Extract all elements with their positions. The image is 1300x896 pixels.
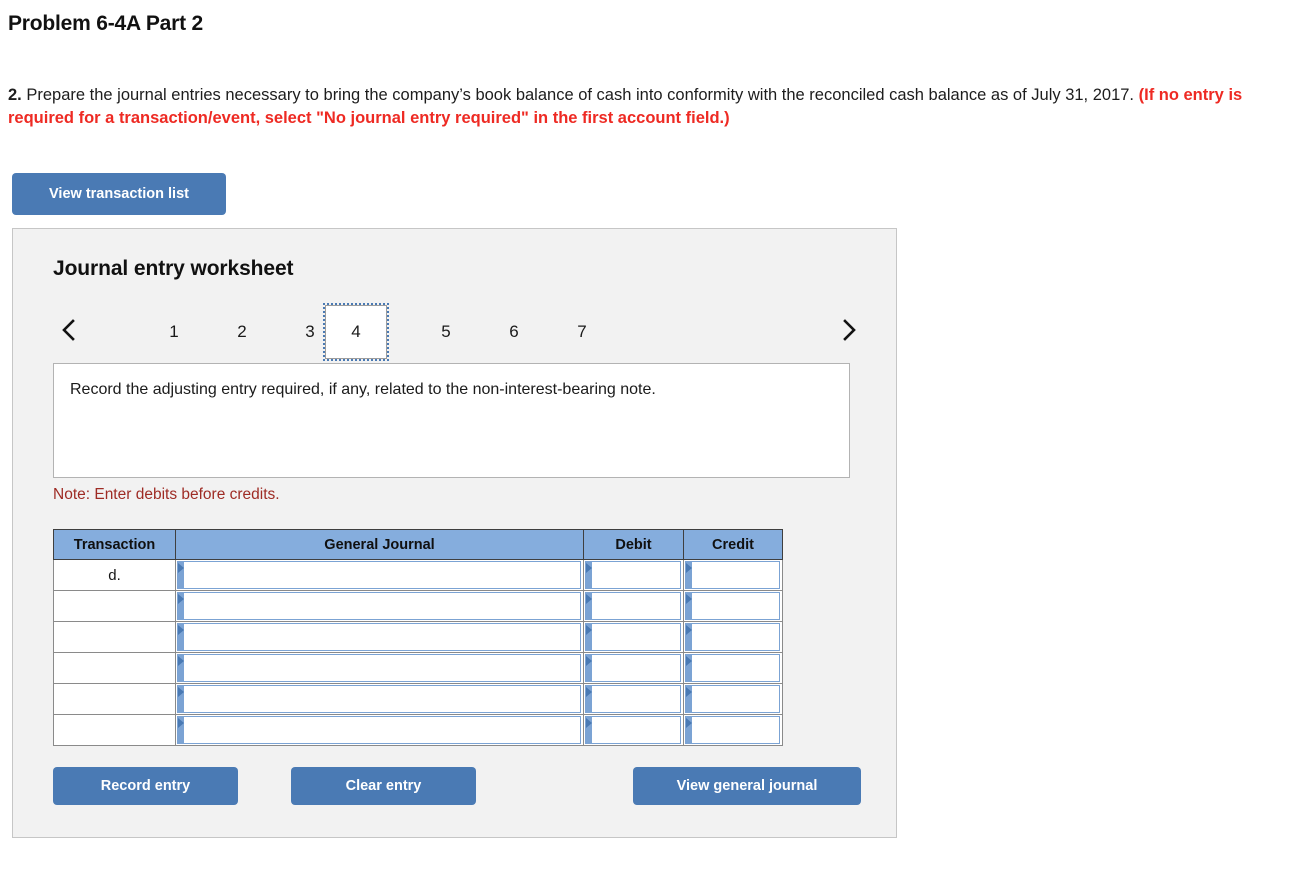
- question-prompt: 2. Prepare the journal entries necessary…: [8, 84, 1266, 130]
- worksheet-tab-4[interactable]: 4: [323, 303, 389, 361]
- general-journal-select[interactable]: [177, 716, 581, 744]
- table-row: [53, 714, 783, 746]
- general-journal-select[interactable]: [177, 654, 581, 682]
- general-journal-cell[interactable]: [175, 559, 584, 591]
- journal-entry-table: Transaction General Journal Debit Credit…: [53, 529, 783, 746]
- table-row: [53, 683, 783, 715]
- credit-input[interactable]: [685, 716, 780, 744]
- column-header-credit: Credit: [683, 529, 783, 560]
- general-journal-cell[interactable]: [175, 652, 584, 684]
- question-body: Prepare the journal entries necessary to…: [21, 86, 1139, 104]
- debit-cell[interactable]: [583, 714, 684, 746]
- view-transaction-list-button[interactable]: View transaction list: [12, 173, 226, 215]
- clear-entry-button[interactable]: Clear entry: [291, 767, 476, 805]
- credit-cell[interactable]: [683, 683, 783, 715]
- table-header-row: Transaction General Journal Debit Credit: [53, 529, 783, 560]
- view-general-journal-button[interactable]: View general journal: [633, 767, 861, 805]
- debit-cell[interactable]: [583, 590, 684, 622]
- transaction-cell: [53, 590, 176, 622]
- worksheet-tab-1[interactable]: 1: [143, 305, 205, 359]
- general-journal-cell[interactable]: [175, 621, 584, 653]
- table-row: [53, 652, 783, 684]
- credit-input[interactable]: [685, 561, 780, 589]
- general-journal-cell[interactable]: [175, 683, 584, 715]
- transaction-cell: [53, 683, 176, 715]
- transaction-description: Record the adjusting entry required, if …: [53, 363, 850, 478]
- worksheet-tab-2[interactable]: 2: [211, 305, 273, 359]
- journal-entry-worksheet-panel: Journal entry worksheet 1 2 3 4 5 6 7 Re…: [12, 228, 897, 838]
- credit-input[interactable]: [685, 654, 780, 682]
- general-journal-cell[interactable]: [175, 714, 584, 746]
- worksheet-tab-7[interactable]: 7: [551, 305, 613, 359]
- general-journal-select[interactable]: [177, 623, 581, 651]
- worksheet-tabstrip: 1 2 3 4 5 6 7: [53, 301, 861, 363]
- table-row: [53, 621, 783, 653]
- column-header-transaction: Transaction: [53, 529, 176, 560]
- transaction-cell: [53, 621, 176, 653]
- page-title: Problem 6-4A Part 2: [8, 12, 203, 35]
- debit-input[interactable]: [585, 716, 681, 744]
- transaction-cell: d.: [53, 559, 176, 591]
- credit-cell[interactable]: [683, 652, 783, 684]
- credit-cell[interactable]: [683, 621, 783, 653]
- credit-input[interactable]: [685, 623, 780, 651]
- table-row: [53, 590, 783, 622]
- general-journal-cell[interactable]: [175, 590, 584, 622]
- debit-input[interactable]: [585, 561, 681, 589]
- worksheet-tab-6[interactable]: 6: [483, 305, 545, 359]
- column-header-general-journal: General Journal: [175, 529, 584, 560]
- worksheet-title: Journal entry worksheet: [53, 257, 294, 280]
- table-row: d.: [53, 559, 783, 591]
- transaction-cell: [53, 714, 176, 746]
- general-journal-select[interactable]: [177, 685, 581, 713]
- general-journal-select[interactable]: [177, 561, 581, 589]
- debit-cell[interactable]: [583, 683, 684, 715]
- credit-cell[interactable]: [683, 590, 783, 622]
- question-number: 2.: [8, 86, 22, 104]
- credit-cell[interactable]: [683, 714, 783, 746]
- debit-input[interactable]: [585, 685, 681, 713]
- transaction-cell: [53, 652, 176, 684]
- worksheet-tab-5[interactable]: 5: [415, 305, 477, 359]
- chevron-right-icon[interactable]: [835, 313, 861, 347]
- debit-cell[interactable]: [583, 652, 684, 684]
- column-header-debit: Debit: [583, 529, 684, 560]
- debit-input[interactable]: [585, 623, 681, 651]
- debits-before-credits-note: Note: Enter debits before credits.: [53, 486, 280, 503]
- credit-input[interactable]: [685, 685, 780, 713]
- debit-input[interactable]: [585, 654, 681, 682]
- debit-cell[interactable]: [583, 559, 684, 591]
- record-entry-button[interactable]: Record entry: [53, 767, 238, 805]
- debit-input[interactable]: [585, 592, 681, 620]
- credit-input[interactable]: [685, 592, 780, 620]
- credit-cell[interactable]: [683, 559, 783, 591]
- general-journal-select[interactable]: [177, 592, 581, 620]
- debit-cell[interactable]: [583, 621, 684, 653]
- chevron-left-icon[interactable]: [55, 313, 81, 347]
